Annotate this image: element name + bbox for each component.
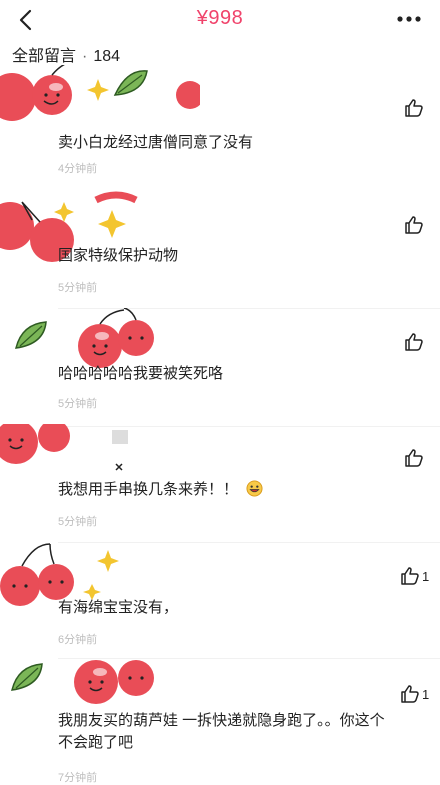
grinning-emoji-icon [246, 480, 263, 497]
comment-text: 有海绵宝宝没有， [58, 599, 179, 616]
top-bar: ¥998 [0, 0, 440, 40]
comment-timestamp: 5分钟前 [58, 516, 98, 528]
more-options-icon[interactable] [396, 12, 422, 26]
comment-text: 国家特级保护动物 [58, 247, 179, 264]
thumbs-up-icon[interactable] [400, 684, 420, 704]
comments-header: 全部留言 · 184 [12, 42, 120, 66]
comment-timestamp: 7分钟前 [58, 772, 98, 784]
comment-timestamp: 5分钟前 [58, 282, 98, 294]
comment-text: 卖小白龙经过唐僧同意了没有 [58, 134, 254, 151]
comment-item: 哈哈哈哈哈我要被笑死咯 5分钟前 [0, 308, 440, 428]
comment-item: 卖小白龙经过唐僧同意了没有 4分钟前 [0, 65, 440, 185]
comment-timestamp: 5分钟前 [58, 398, 98, 410]
thumbs-up-icon[interactable] [400, 566, 420, 586]
comment-timestamp: 4分钟前 [58, 163, 98, 175]
like-count: 1 [422, 569, 430, 584]
section-title: 全部留言 [12, 48, 77, 65]
comment-text: 我想用手串换几条来养！！ [58, 479, 388, 501]
comment-item: 国家特级保护动物 5分钟前 [0, 190, 440, 310]
comment-item: 有海绵宝宝没有， 6分钟前 1 [0, 540, 440, 660]
comment-item: 我想用手串换几条来养！！ 5分钟前 [0, 424, 440, 544]
separator-dot: · [82, 48, 88, 65]
comment-item: 我朋友买的葫芦娃 一拆快递就隐身跑了。。你这个不会跑了吧 7分钟前 1 [0, 658, 440, 784]
thumbs-up-icon[interactable] [404, 332, 424, 352]
thumbs-up-icon[interactable] [404, 215, 424, 235]
thumbs-up-icon[interactable] [404, 98, 424, 118]
comment-count: 184 [93, 48, 121, 65]
thumbs-up-icon[interactable] [404, 448, 424, 468]
comment-text-body: 我想用手串换几条来养！！ [58, 481, 239, 498]
comment-text: 哈哈哈哈哈我要被笑死咯 [58, 365, 224, 382]
like-count: 1 [422, 687, 430, 702]
comment-timestamp: 6分钟前 [58, 634, 98, 646]
comment-text: 我朋友买的葫芦娃 一拆快递就隐身跑了。。你这个不会跑了吧 [58, 712, 385, 751]
price-label: ¥998 [196, 7, 244, 29]
